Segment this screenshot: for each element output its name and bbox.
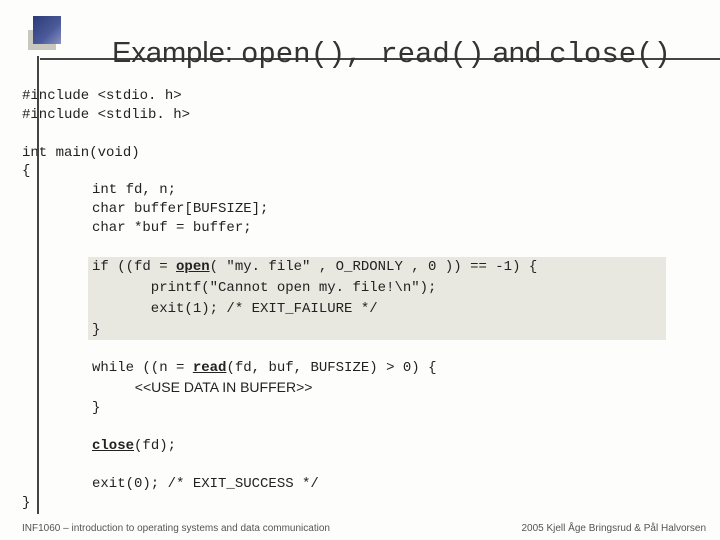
code-block: #include <stdio. h> #include <stdlib. h>… [22,68,700,531]
title-sep1: , [345,38,380,71]
keyword-close: close [92,438,134,454]
code-line: #include <stdlib. h> [22,107,190,123]
code-line: char *buf = buffer; [92,220,252,236]
code-line: while ((n = read(fd, buf, BUFSIZE) > 0) … [92,360,436,376]
code-line: close(fd); [92,438,176,454]
code-line: int fd, n; [92,182,176,198]
footer-left: INF1060 – introduction to operating syst… [22,523,330,534]
slide-title: Example: open(), read() and close() [112,37,671,71]
slide: Example: open(), read() and close() #inc… [0,0,720,540]
footer: INF1060 – introduction to operating syst… [22,523,706,534]
title-open: open() [241,38,345,71]
footer-right: 2005 Kjell Åge Bringsrud & Pål Halvorsen [521,523,706,534]
title-bar: Example: open(), read() and close() [40,20,720,60]
title-close: close() [549,38,671,71]
code-line: <<USE DATA IN BUFFER>> [92,379,312,395]
code-line-highlight: if ((fd = open( "my. file" , O_RDONLY , … [88,257,666,278]
code-line: char buffer[BUFSIZE]; [92,201,268,217]
accent-box [33,16,61,44]
code-line: #include <stdio. h> [22,88,182,104]
code-line-highlight: } [88,320,666,341]
keyword-read: read [193,360,227,376]
title-read: read() [380,38,484,71]
code-line-highlight: exit(1); /* EXIT_FAILURE */ [88,299,666,320]
keyword-open: open [176,259,210,275]
title-and: and [485,37,550,69]
vertical-rule [37,56,39,514]
code-line: } [22,495,30,511]
code-line: int main(void) [22,145,140,161]
title-pre: Example: [112,37,233,69]
code-line: { [22,163,30,179]
code-line: } [92,400,100,416]
code-line: exit(0); /* EXIT_SUCCESS */ [92,476,319,492]
code-line-highlight: printf("Cannot open my. file!\n"); [88,278,666,299]
